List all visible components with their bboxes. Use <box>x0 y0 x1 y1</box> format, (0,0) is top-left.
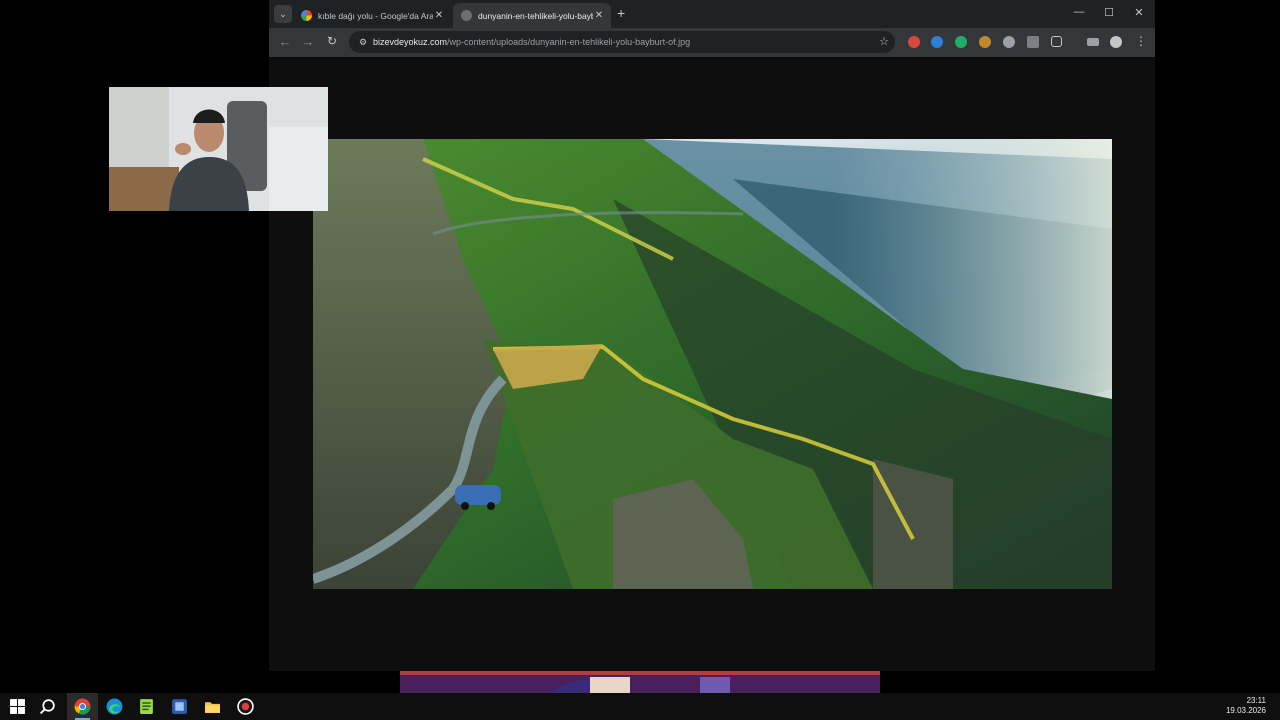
bookmark-star-icon[interactable]: ☆ <box>879 35 889 48</box>
tab-google-search[interactable]: kıble dağı yolu - Google'da Ara ✕ <box>293 3 451 28</box>
globe-icon <box>461 10 472 21</box>
file-explorer-icon[interactable] <box>204 698 221 715</box>
car-shape <box>455 485 501 505</box>
puzzle-icon[interactable] <box>1051 36 1062 47</box>
close-window-button[interactable]: ✕ <box>1131 6 1147 19</box>
minimize-button[interactable]: — <box>1071 6 1087 18</box>
new-tab-button[interactable]: + <box>617 5 625 21</box>
notepad-plus-icon[interactable] <box>138 698 155 715</box>
edge-icon[interactable] <box>106 698 123 715</box>
dev-app-icon[interactable] <box>171 698 188 715</box>
close-icon[interactable]: ✕ <box>593 10 605 21</box>
extension-icon[interactable] <box>931 36 943 48</box>
clock-time: 23:11 <box>1246 696 1266 705</box>
url-host: bizevdeyokuz.com <box>373 37 448 47</box>
browser-window: ⌄ kıble dağı yolu - Google'da Ara ✕ duny… <box>269 0 1155 671</box>
displayed-image <box>313 139 1112 589</box>
windows-taskbar: 23:11 19.03.2026 <box>0 693 1280 720</box>
maximize-button[interactable]: ☐ <box>1101 6 1117 19</box>
extension-icon[interactable] <box>979 36 991 48</box>
more-menu-icon[interactable]: ⋮ <box>1133 34 1149 48</box>
chevron-down-icon: ⌄ <box>279 8 287 19</box>
address-bar[interactable]: ⚙ bizevdeyokuz.com /wp-content/uploads/d… <box>349 31 895 53</box>
reload-icon[interactable]: ↻ <box>324 34 340 48</box>
clock-date: 19.03.2026 <box>1225 706 1266 715</box>
mountain-road-photo <box>313 139 1112 589</box>
webcam-overlay <box>109 87 328 211</box>
tab-title: dunyanin-en-tehlikeli-yolu-bayburt-of.jp… <box>478 10 593 21</box>
extension-icon[interactable] <box>1027 36 1039 48</box>
media-control-icon[interactable] <box>1087 38 1099 46</box>
extension-icon[interactable] <box>908 36 920 48</box>
tab-strip: ⌄ kıble dağı yolu - Google'da Ara ✕ duny… <box>269 0 1155 28</box>
url-path: /wp-content/uploads/dunyanin-en-tehlikel… <box>447 37 691 47</box>
extension-icon[interactable] <box>1003 36 1015 48</box>
background-artwork <box>400 671 880 693</box>
recorder-icon[interactable] <box>237 698 254 715</box>
tab-image[interactable]: dunyanin-en-tehlikeli-yolu-bayburt-of.jp… <box>453 3 611 28</box>
system-clock[interactable]: 23:11 19.03.2026 <box>1226 696 1266 716</box>
back-arrow-icon[interactable]: ← <box>277 34 293 49</box>
tab-search-button[interactable]: ⌄ <box>274 5 292 23</box>
google-icon <box>301 10 312 21</box>
browser-toolbar: ← → ↻ ⚙ bizevdeyokuz.com /wp-content/upl… <box>269 28 1155 57</box>
search-icon[interactable] <box>39 698 56 715</box>
profile-avatar-icon[interactable] <box>1110 36 1122 48</box>
close-icon[interactable]: ✕ <box>433 10 445 21</box>
webcam-feed <box>109 87 328 211</box>
forward-arrow-icon[interactable]: → <box>300 34 316 49</box>
windows-start-icon[interactable] <box>9 698 26 715</box>
extension-icon[interactable] <box>955 36 967 48</box>
chrome-icon[interactable] <box>74 698 91 715</box>
artwork-fragment <box>400 671 880 693</box>
site-info-icon[interactable]: ⚙ <box>353 37 373 48</box>
tab-title: kıble dağı yolu - Google'da Ara <box>318 10 433 21</box>
